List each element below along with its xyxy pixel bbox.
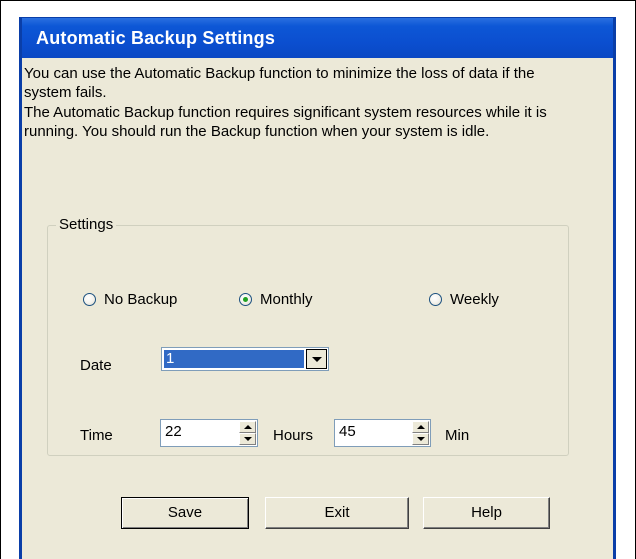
date-label: Date: [80, 357, 112, 374]
date-dropdown-button[interactable]: [306, 349, 327, 369]
description-text-1: You can use the Automatic Backup functio…: [24, 65, 535, 101]
hours-input[interactable]: 22: [165, 423, 182, 440]
minutes-spin-buttons: [412, 421, 429, 445]
time-label: Time: [80, 427, 113, 444]
radio-weekly-icon: [429, 293, 442, 306]
chevron-down-icon: [312, 357, 322, 362]
radio-no-backup-label: No Backup: [104, 291, 178, 308]
hours-spin-buttons: [239, 421, 256, 445]
minutes-label: Min: [445, 427, 470, 444]
radio-selected-dot: [243, 297, 248, 302]
radio-weekly[interactable]: Weekly: [429, 291, 499, 308]
help-button[interactable]: Help: [423, 497, 550, 529]
date-select[interactable]: 1: [161, 347, 329, 371]
minutes-input[interactable]: 45: [339, 423, 356, 440]
spin-down-icon: [417, 437, 425, 441]
dialog-title: Automatic Backup Settings: [36, 28, 276, 48]
hours-label: Hours: [273, 427, 314, 444]
hours-down-button[interactable]: [239, 433, 256, 445]
spin-up-icon: [417, 425, 425, 429]
hours-up-button[interactable]: [239, 421, 256, 433]
radio-weekly-label: Weekly: [450, 291, 499, 308]
save-button[interactable]: Save: [121, 497, 249, 529]
radio-no-backup[interactable]: No Backup: [83, 291, 177, 308]
radio-no-backup-icon: [83, 293, 96, 306]
title-bar[interactable]: Automatic Backup Settings: [22, 18, 613, 58]
hours-stepper[interactable]: 22: [160, 419, 258, 447]
spin-down-icon: [244, 437, 252, 441]
radio-monthly-icon: [239, 293, 252, 306]
description-text-2: The Automatic Backup function requires s…: [24, 104, 547, 140]
settings-group: Settings: [47, 216, 569, 456]
spin-up-icon: [244, 425, 252, 429]
minutes-down-button[interactable]: [412, 433, 429, 445]
minutes-stepper[interactable]: 45: [334, 419, 431, 447]
exit-button[interactable]: Exit: [265, 497, 409, 529]
settings-group-label: Settings: [56, 216, 117, 233]
radio-monthly-label: Monthly: [260, 291, 313, 308]
radio-monthly[interactable]: Monthly: [239, 291, 313, 308]
minutes-up-button[interactable]: [412, 421, 429, 433]
date-select-value: 1: [164, 350, 304, 368]
